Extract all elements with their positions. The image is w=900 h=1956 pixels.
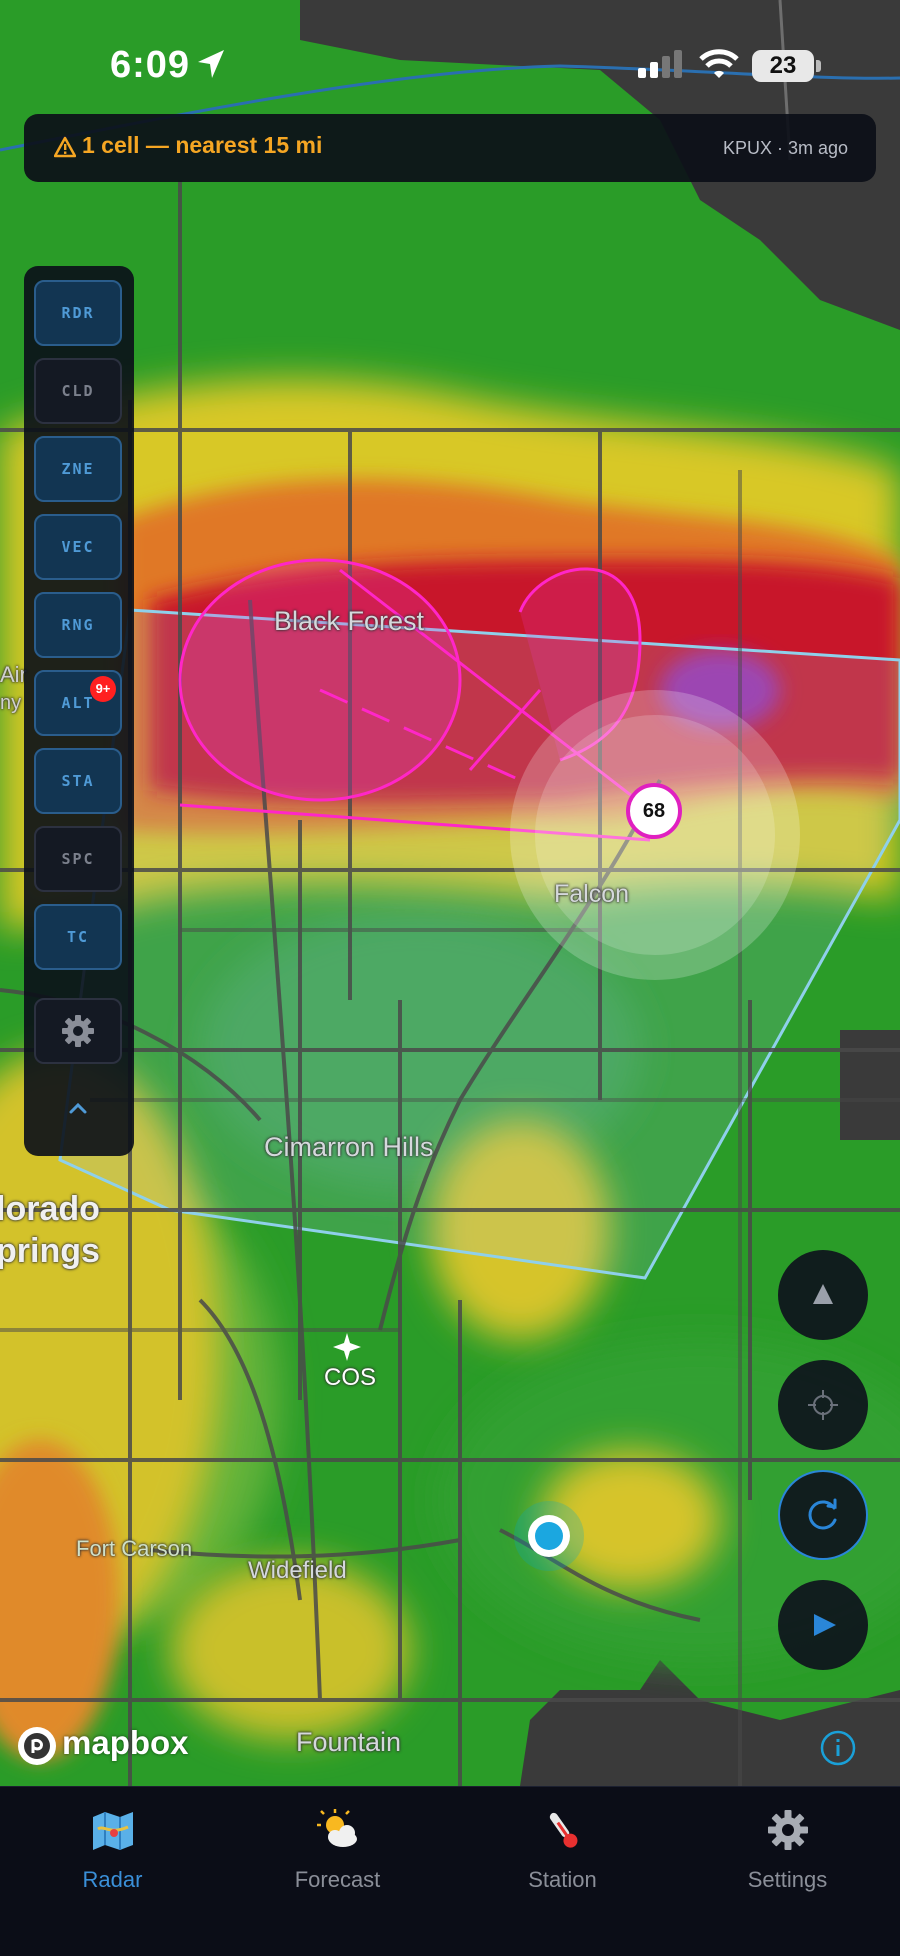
tab-station[interactable]: Station <box>450 1787 675 1907</box>
layer-label: STA <box>61 772 95 790</box>
layer-label: ALT <box>61 694 95 712</box>
place-colorado-springs-1: lorado <box>0 1190 100 1228</box>
layer-button-alt[interactable]: ALT 9+ <box>34 670 122 736</box>
layer-button-spc[interactable]: SPC <box>34 826 122 892</box>
place-falcon: Falcon <box>554 880 630 908</box>
radar-reflectivity-layer <box>0 0 900 1786</box>
location-arrow-icon <box>198 50 224 78</box>
sun-cloud-icon <box>317 1809 357 1847</box>
layer-label: CLD <box>61 382 95 400</box>
storm-cell-marker[interactable]: 68 <box>626 783 682 839</box>
place-colorado-springs-2: prings <box>0 1232 100 1270</box>
layer-button-rng[interactable]: RNG <box>34 592 122 658</box>
mapbox-logo-icon <box>18 1727 56 1765</box>
place-edge-1: Air <box>0 662 27 687</box>
place-fort-carson: Fort Carson <box>76 1536 193 1561</box>
tab-bar: Radar Forecast Station Settings <box>0 1786 900 1956</box>
layer-button-vec[interactable]: VEC <box>34 514 122 580</box>
user-location-dot <box>528 1515 570 1557</box>
layer-label: RDR <box>61 304 95 322</box>
tab-radar[interactable]: Radar <box>0 1787 225 1907</box>
layer-button-tc[interactable]: TC <box>34 904 122 970</box>
status-time: 6:09 <box>110 44 191 86</box>
compass-button[interactable] <box>778 1250 868 1340</box>
place-edge-2: ny <box>0 692 22 714</box>
chevron-up-icon <box>69 1102 87 1114</box>
place-widefield: Widefield <box>248 1557 347 1584</box>
layer-label: TC <box>66 928 90 946</box>
layer-settings-button[interactable] <box>34 998 122 1064</box>
tab-label: Radar <box>82 1867 143 1892</box>
map-icon <box>93 1812 133 1850</box>
alert-banner[interactable]: 1 cell — nearest 15 mi KPUX · 3m ago <box>24 114 876 182</box>
battery-icon <box>816 60 821 72</box>
gear-icon <box>768 1810 808 1850</box>
compass-triangle-icon <box>813 1284 833 1304</box>
play-icon <box>814 1614 836 1636</box>
wifi-icon <box>699 49 739 78</box>
recenter-button[interactable] <box>778 1360 868 1450</box>
place-black-forest: Black Forest <box>274 606 425 636</box>
play-animation-button[interactable] <box>778 1580 868 1670</box>
alert-message: 1 cell — nearest 15 mi <box>82 132 323 158</box>
layer-label: RNG <box>61 616 95 634</box>
layer-label: VEC <box>61 538 95 556</box>
tab-label: Station <box>528 1867 597 1892</box>
layer-toolbar: RDR CLD ZNE VEC RNG ALT 9+ STA SPC TC <box>24 266 134 1156</box>
place-fountain: Fountain <box>296 1727 402 1757</box>
collapse-toolbar-button[interactable] <box>34 1084 122 1134</box>
layer-button-cld[interactable]: CLD <box>34 358 122 424</box>
info-icon[interactable] <box>818 1728 858 1768</box>
place-cimarron-hills: Cimarron Hills <box>264 1132 434 1162</box>
status-bar: 6:09 23 <box>0 0 900 110</box>
refresh-button[interactable] <box>778 1470 868 1560</box>
layer-button-zne[interactable]: ZNE <box>34 436 122 502</box>
tab-label: Forecast <box>294 1867 381 1892</box>
layer-button-rdr[interactable]: RDR <box>34 280 122 346</box>
tab-forecast[interactable]: Forecast <box>225 1787 450 1907</box>
radar-map[interactable]: Black Forest Falcon Cimarron Hills lorad… <box>0 0 900 1786</box>
layer-button-sta[interactable]: STA <box>34 748 122 814</box>
battery-level: 23 <box>752 50 814 82</box>
crosshair-icon <box>808 1390 838 1420</box>
layer-label: ZNE <box>61 460 95 478</box>
alert-source: KPUX · 3m ago <box>722 138 848 158</box>
thermometer-icon <box>549 1812 578 1848</box>
alert-count-badge: 9+ <box>90 676 116 702</box>
mapbox-attribution: mapbox <box>62 1724 189 1761</box>
tab-label: Settings <box>747 1867 828 1892</box>
cellular-signal-icon <box>638 50 682 78</box>
place-airport: COS <box>324 1364 377 1391</box>
refresh-icon <box>808 1498 837 1530</box>
gear-icon <box>62 1015 94 1047</box>
warning-icon <box>54 136 76 158</box>
layer-label: SPC <box>61 850 95 868</box>
tab-settings[interactable]: Settings <box>675 1787 900 1907</box>
